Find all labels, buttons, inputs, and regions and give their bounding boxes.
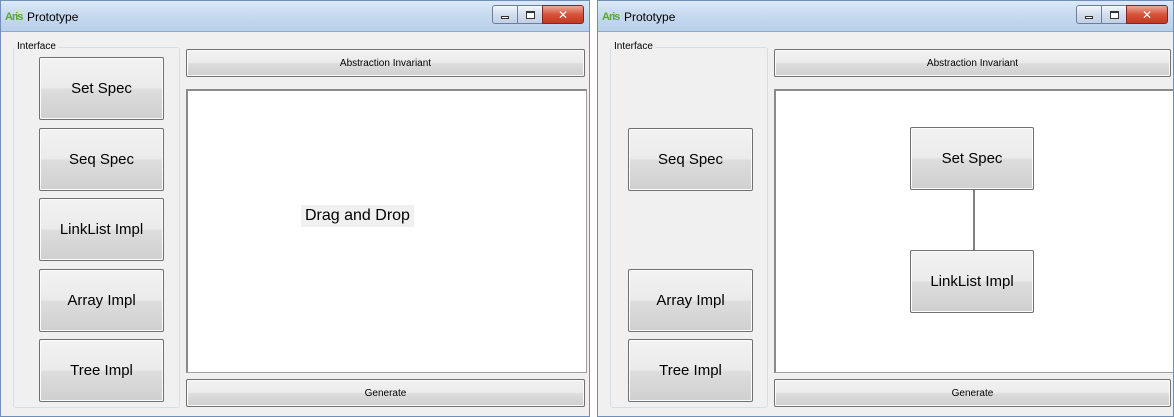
array-impl-button[interactable]: Array Impl — [628, 269, 753, 332]
generate-button[interactable]: Generate — [774, 379, 1171, 407]
canvas-node-linklist-impl[interactable]: LinkList Impl — [910, 250, 1034, 313]
minimize-button[interactable] — [1076, 5, 1101, 24]
set-spec-button[interactable]: Set Spec — [39, 57, 164, 120]
close-icon: ✕ — [1141, 7, 1153, 22]
prototype-window-left: Aris Prototype ✕ Interface Set Spec Seq … — [0, 0, 590, 417]
canvas-node-set-spec[interactable]: Set Spec — [910, 127, 1034, 190]
minimize-button[interactable] — [492, 5, 517, 24]
drop-canvas[interactable]: Set Spec LinkList Impl — [774, 89, 1173, 373]
drag-drop-hint: Drag and Drop — [301, 205, 414, 227]
maximize-icon — [1109, 10, 1119, 19]
maximize-button[interactable] — [517, 5, 542, 24]
maximize-button[interactable] — [1101, 5, 1126, 24]
app-icon: Aris — [5, 11, 23, 23]
minimize-icon — [501, 16, 509, 19]
linklist-impl-button[interactable]: LinkList Impl — [39, 198, 164, 261]
array-impl-button[interactable]: Array Impl — [39, 269, 164, 332]
abstraction-invariant-button[interactable]: Abstraction Invariant — [186, 49, 585, 77]
tree-impl-button[interactable]: Tree Impl — [39, 339, 164, 402]
title-bar[interactable]: Aris Prototype ✕ — [598, 1, 1173, 32]
generate-button[interactable]: Generate — [186, 379, 585, 407]
app-icon: Aris — [602, 11, 620, 23]
drop-canvas[interactable]: Drag and Drop — [186, 89, 587, 373]
interface-group-label: Interface — [612, 41, 655, 53]
interface-group-label: Interface — [15, 41, 58, 53]
window-title: Prototype — [624, 10, 676, 24]
prototype-window-right: Aris Prototype ✕ Interface Seq Spec Arra… — [597, 0, 1174, 417]
seq-spec-button[interactable]: Seq Spec — [39, 128, 164, 191]
window-title: Prototype — [27, 10, 79, 24]
close-button[interactable]: ✕ — [1126, 5, 1168, 24]
caption-buttons: ✕ — [492, 5, 584, 24]
seq-spec-button[interactable]: Seq Spec — [628, 128, 753, 191]
minimize-icon — [1085, 16, 1093, 19]
maximize-icon — [525, 10, 535, 19]
title-bar[interactable]: Aris Prototype ✕ — [1, 1, 589, 32]
close-button[interactable]: ✕ — [542, 5, 584, 24]
caption-buttons: ✕ — [1076, 5, 1168, 24]
abstraction-invariant-button[interactable]: Abstraction Invariant — [774, 49, 1171, 77]
tree-impl-button[interactable]: Tree Impl — [628, 339, 753, 402]
close-icon: ✕ — [557, 7, 569, 22]
